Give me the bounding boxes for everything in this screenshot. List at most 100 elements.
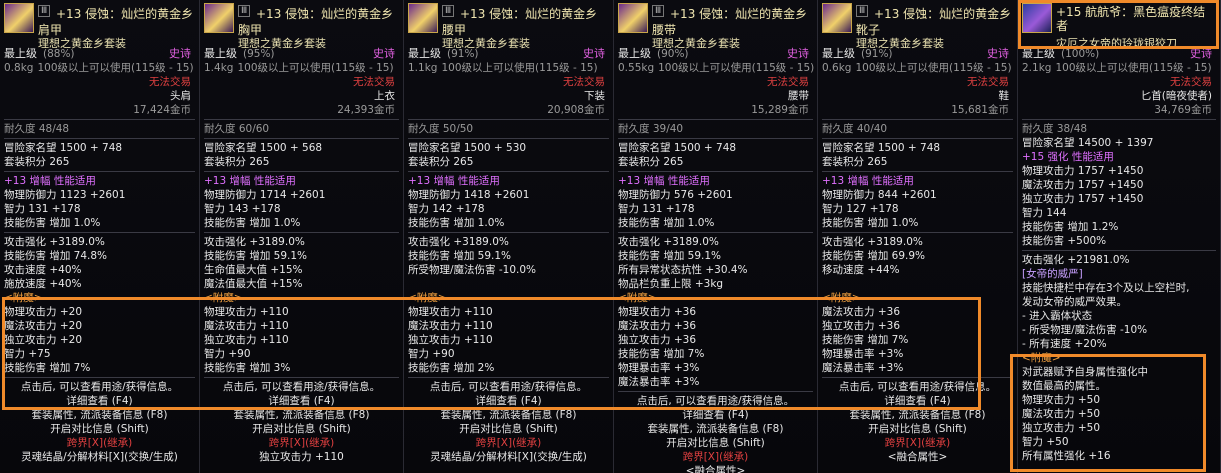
divider	[408, 119, 609, 120]
divider	[4, 119, 195, 120]
level-requirement: 100级以上可以使用(115级 - 15)	[855, 62, 1012, 74]
footer-hint[interactable]: 开启对比信息 (Shift)	[408, 422, 609, 436]
price-row: 34,769金币	[1022, 103, 1216, 117]
footer-hint[interactable]: 详细查看 (F4)	[204, 394, 399, 408]
footer-hint[interactable]: 开启对比信息 (Shift)	[4, 422, 195, 436]
weight-row: 0.8kg 100级以上可以使用(115级 - 15)	[4, 61, 195, 75]
footer-hint[interactable]: 灵魂结晶/分解材料[X](交换/生成)	[408, 450, 609, 464]
stat-line: 智力 144	[1022, 207, 1067, 219]
enchant-line: 魔法攻击力 +20	[4, 320, 82, 332]
set-points: 套装积分 265	[204, 156, 270, 168]
item-tooltip-panel[interactable]: Ⅲ +13 侵蚀：灿烂的黄金乡 胸甲 理想之黄金乡套装 最上级 (95%) 史诗 1.4kg 1…	[200, 0, 404, 473]
weapon-icon	[1022, 3, 1052, 33]
footer-hint[interactable]: 开启对比信息 (Shift)	[618, 436, 813, 450]
footer-hint[interactable]: 套装属性, 流派装备信息 (F8)	[822, 408, 1013, 422]
durability: 耐久度 40/40	[822, 123, 888, 135]
bonus-line: 技能伤害 增加 59.1%	[408, 250, 512, 262]
enchant-line: 所有属性强化 +16	[1022, 450, 1111, 462]
stat-line: 智力 131 +178	[618, 203, 695, 215]
level-row: 最上级 (100%) 史诗	[1022, 47, 1216, 61]
footer-hint[interactable]: 详细查看 (F4)	[618, 408, 813, 422]
footer-hint[interactable]: 独立攻击力 +110	[204, 450, 399, 464]
item-tooltip-panel[interactable]: Ⅲ +13 侵蚀：灿烂的黄金乡 靴子 理想之黄金乡套装 最上级 (91%) 史诗 0.6kg 1…	[818, 0, 1018, 473]
enchant-line: 独立攻击力 +110	[408, 334, 493, 346]
enchant-line: 独立攻击力 +50	[1022, 422, 1100, 434]
trade-row: 无法交易	[822, 75, 1013, 89]
item-name: +13 侵蚀：灿烂的黄金乡	[670, 7, 808, 21]
slot-name: 腰带	[788, 90, 809, 102]
divider	[4, 138, 195, 139]
footer-hint[interactable]: 点击后, 可以查看用途/获得信息。	[618, 394, 813, 408]
stat-line: 智力 127 +178	[822, 203, 899, 215]
footer-hint[interactable]: 详细查看 (F4)	[408, 394, 609, 408]
enchant-line: 物理攻击力 +110	[408, 306, 493, 318]
enchant-title: <附魔>	[204, 292, 243, 304]
divider	[408, 232, 609, 233]
footer-hint[interactable]: 点击后, 可以查看用途/获得信息。	[204, 380, 399, 394]
weapon-tooltip-panel[interactable]: +15 航航爷：黑色瘟疫终结者 灾厄之女帝的玲珑银狡刀 最上级 (100%) 史诗 2.1…	[1018, 0, 1221, 473]
footer-hint[interactable]: 点击后, 可以查看用途/获得信息。	[4, 380, 195, 394]
item-tooltip-panel[interactable]: Ⅲ +13 侵蚀：灿烂的黄金乡 肩甲 理想之黄金乡套装 最上级 (88%) 史诗 0.8kg 1…	[0, 0, 200, 473]
durability: 耐久度 50/50	[408, 123, 474, 135]
footer-hint[interactable]: 套装属性, 流派装备信息 (F8)	[204, 408, 399, 422]
level-requirement: 100级以上可以使用(115级 - 15)	[37, 62, 194, 74]
stat-line: 技能伤害 +500%	[1022, 235, 1107, 247]
enchant-line: 智力 +90	[204, 348, 251, 360]
footer-hint[interactable]: 详细查看 (F4)	[4, 394, 195, 408]
enchant-line: 技能伤害 增加 2%	[408, 362, 495, 374]
item-name: +13 侵蚀：灿烂的黄金乡	[56, 7, 194, 21]
footer-hint[interactable]: 点击后, 可以查看用途/获得信息。	[822, 380, 1013, 394]
tooltip-header: Ⅲ +13 侵蚀：灿烂的黄金乡 腰甲 理想之黄金乡套装	[408, 3, 609, 50]
level-row: 最上级 (91%) 史诗	[408, 47, 609, 61]
footer-hint[interactable]: 跨界[X](继承)	[618, 450, 813, 464]
bonus-line: 所有异常状态抗性 +30.4%	[618, 264, 748, 276]
footer-hint[interactable]: 套装属性, 流派装备信息 (F8)	[4, 408, 195, 422]
item-icon	[822, 3, 852, 33]
footer-hint[interactable]: 套装属性, 流派装备信息 (F8)	[618, 422, 813, 436]
divider	[408, 377, 609, 378]
footer-hint[interactable]: <融合属性>	[822, 450, 1013, 464]
level-row: 最上级 (90%) 史诗	[618, 47, 813, 61]
footer-hint[interactable]: 跨界[X](继承)	[408, 436, 609, 450]
enchant-title: <附魔>	[408, 292, 447, 304]
trade-status: 无法交易	[149, 76, 191, 88]
quality-percent: (88%)	[43, 48, 75, 60]
item-tooltip-panel[interactable]: Ⅲ +13 侵蚀：灿烂的黄金乡 腰甲 理想之黄金乡套装 最上级 (91%) 史诗 1.1kg 1…	[404, 0, 614, 473]
bonus-line: - 所受物理/魔法伤害 -10%	[1022, 324, 1148, 336]
price-row: 20,908金币	[408, 103, 609, 117]
level-requirement: 100级以上可以使用(115级 - 15)	[441, 62, 598, 74]
stat-line: 物理防御力 844 +2601	[822, 189, 937, 201]
slot-name: 头肩	[170, 90, 191, 102]
enchant-line: 物理攻击力 +110	[204, 306, 289, 318]
footer-hint[interactable]: 跨界[X](继承)	[4, 436, 195, 450]
footer-hint[interactable]: <融合属性>	[618, 464, 813, 473]
divider	[1022, 250, 1216, 251]
footer-hint[interactable]: 详细查看 (F4)	[822, 394, 1013, 408]
footer-hint[interactable]: 开启对比信息 (Shift)	[822, 422, 1013, 436]
enchant-title: <附魔>	[618, 292, 657, 304]
item-icon	[204, 3, 234, 33]
footer-hint[interactable]: 点击后, 可以查看用途/获得信息。	[408, 380, 609, 394]
stat-line: 智力 131 +178	[4, 203, 81, 215]
stat-line: 智力 142 +178	[408, 203, 485, 215]
bonus-line: 发动女帝的威严效果。	[1022, 296, 1127, 308]
enchant-line: 独立攻击力 +36	[822, 320, 900, 332]
amplify-row: +13 增幅 性能适用	[4, 175, 96, 187]
footer-hint[interactable]: 套装属性, 流派装备信息 (F8)	[408, 408, 609, 422]
footer-hint[interactable]: 跨界[X](继承)	[204, 436, 399, 450]
level-label: 最上级	[4, 47, 37, 60]
enchant-line: 技能伤害 增加 7%	[4, 362, 91, 374]
fame-row: 冒险家名望 1500 + 568	[204, 142, 323, 154]
grade-badge: Ⅲ	[652, 5, 665, 17]
item-tooltip-panel[interactable]: Ⅲ +13 侵蚀：灿烂的黄金乡 腰带 理想之黄金乡套装 最上级 (90%) 史诗 0.55kg…	[614, 0, 818, 473]
item-name: +13 侵蚀：灿烂的黄金乡	[256, 7, 394, 21]
price: 34,769金币	[1154, 104, 1212, 116]
stat-line: 物理防御力 1418 +2601	[408, 189, 530, 201]
bonus-line: [女帝的威严]	[1022, 268, 1083, 280]
tooltip-header: Ⅲ +13 侵蚀：灿烂的黄金乡 靴子 理想之黄金乡套装	[822, 3, 1013, 50]
rarity-label: 史诗	[583, 47, 605, 60]
footer-hint[interactable]: 跨界[X](继承)	[822, 436, 1013, 450]
footer-hint[interactable]: 开启对比信息 (Shift)	[204, 422, 399, 436]
level-row: 最上级 (91%) 史诗	[822, 47, 1013, 61]
footer-hint[interactable]: 灵魂结晶/分解材料[X](交换/生成)	[4, 450, 195, 464]
